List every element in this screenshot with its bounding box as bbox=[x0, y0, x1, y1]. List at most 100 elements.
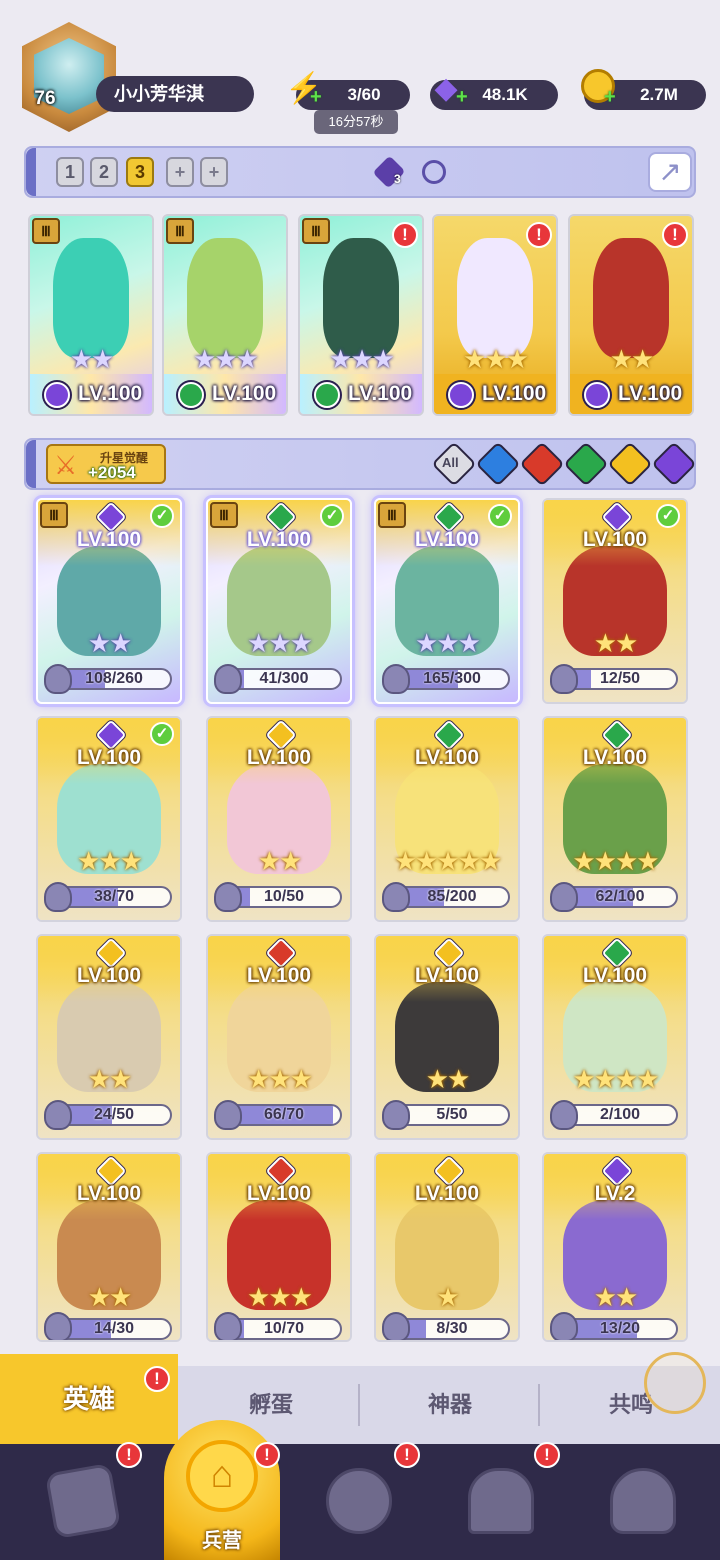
team-hero-card[interactable]: ★★★ LV.100 Ⅲ bbox=[162, 214, 288, 416]
shard-progress: 10/70 bbox=[226, 1318, 342, 1340]
team-selector-bar: 1 2 3 + + 3 ↗ bbox=[24, 146, 696, 198]
tab-heroes-label: 英雄 bbox=[62, 1384, 115, 1414]
hero-level: LV.100 bbox=[76, 528, 142, 551]
energy-value: 3/60 bbox=[347, 85, 381, 104]
hero-card[interactable]: LV.100 ★ 8/30 bbox=[374, 1152, 520, 1342]
shard-icon bbox=[44, 664, 72, 694]
search-icon[interactable] bbox=[422, 160, 446, 184]
hero-portrait bbox=[323, 238, 399, 358]
shard-progress: 2/100 bbox=[562, 1104, 678, 1126]
shard-progress: 41/300 bbox=[226, 668, 342, 690]
hero-level: LV.100 bbox=[246, 964, 312, 987]
hero-card[interactable]: LV.100 ★★ 5/50 bbox=[374, 934, 520, 1140]
rank-icon: Ⅲ bbox=[378, 502, 406, 528]
shard-progress: 108/260 bbox=[56, 668, 172, 690]
hero-alert-badge: ! bbox=[526, 222, 552, 248]
hero-card[interactable]: LV.100 ★★ 14/30 bbox=[36, 1152, 182, 1342]
in-team-check-icon: ✓ bbox=[656, 504, 680, 528]
rank-icon: Ⅲ bbox=[302, 218, 330, 244]
nature-element-icon[interactable] bbox=[563, 441, 609, 487]
rank-icon: Ⅲ bbox=[32, 218, 60, 244]
dark-element-icon[interactable] bbox=[651, 441, 697, 487]
barracks-subtabs: 英雄 ! 孵蛋 神器 共鸣 bbox=[0, 1354, 720, 1444]
hero-card[interactable]: LV.100 ★★ 108/260 Ⅲ ✓ bbox=[36, 498, 182, 704]
energy-add-icon[interactable]: + bbox=[310, 86, 322, 109]
team-add-button[interactable]: + bbox=[166, 157, 194, 187]
hero-level: LV.100 bbox=[78, 382, 143, 405]
hero-level: LV.100 bbox=[246, 528, 312, 551]
tab-artifacts-label: 神器 bbox=[427, 1392, 472, 1417]
hero-stars: ★★ bbox=[87, 628, 133, 658]
cards-icon bbox=[44, 1462, 122, 1540]
floating-menu-button[interactable] bbox=[644, 1352, 706, 1414]
shard-icon bbox=[44, 1312, 72, 1340]
player-level: 76 bbox=[34, 88, 56, 109]
nav-shop[interactable] bbox=[570, 1444, 714, 1560]
filter-all-label: All bbox=[442, 455, 459, 470]
team-slot-1[interactable]: 1 bbox=[56, 157, 84, 187]
sword-icon: ⚔ bbox=[54, 450, 78, 480]
hero-card[interactable]: LV.100 ★★★★ 62/100 bbox=[542, 716, 688, 922]
hero-filter-bar: ⚔ 升星觉醒 +2054 All bbox=[24, 438, 697, 490]
team-hero-card[interactable]: ★★★ LV.100 ! bbox=[432, 214, 558, 416]
hero-card[interactable]: LV.100 ★★★ 41/300 Ⅲ ✓ bbox=[206, 498, 352, 704]
team-add-button-2[interactable]: + bbox=[200, 157, 228, 187]
hero-card[interactable]: LV.2 ★★ 13/20 bbox=[542, 1152, 688, 1342]
shard-progress: 12/50 bbox=[562, 668, 678, 690]
top-bar: 76 小小芳华淇 3/60 ⚡ + 16分57秒 48.1K ◆ + 2.7M … bbox=[0, 0, 720, 140]
hero-card[interactable]: LV.100 ★★★ 38/70 ✓ bbox=[36, 716, 182, 922]
shard-icon bbox=[550, 1312, 578, 1340]
coins-add-icon[interactable]: + bbox=[604, 86, 616, 109]
hero-card[interactable]: LV.100 ★★★★ 2/100 bbox=[542, 934, 688, 1140]
hero-card[interactable]: LV.100 ★★★★★ 85/200 bbox=[374, 716, 520, 922]
hero-stars: ★★ bbox=[593, 1282, 639, 1312]
hero-card[interactable]: LV.100 ★★★ 165/300 Ⅲ ✓ bbox=[374, 498, 520, 704]
fire-element-icon[interactable] bbox=[519, 441, 565, 487]
team-hero-card[interactable]: ★★★ LV.100 Ⅲ! bbox=[298, 214, 424, 416]
hero-card[interactable]: LV.100 ★★ 10/50 bbox=[206, 716, 352, 922]
hero-card[interactable]: LV.100 ★★★ 66/70 bbox=[206, 934, 352, 1140]
hero-level: LV.100 bbox=[76, 746, 142, 769]
team-hero-card[interactable]: ★★ LV.100 ! bbox=[568, 214, 694, 416]
mushroom-icon bbox=[610, 1468, 676, 1534]
shard-count: 38/70 bbox=[93, 888, 135, 905]
awaken-value: +2054 bbox=[88, 463, 136, 482]
light-element-icon[interactable] bbox=[607, 441, 653, 487]
hero-level: LV.100 bbox=[76, 1182, 142, 1205]
shard-count: 66/70 bbox=[263, 1106, 305, 1123]
shard-count: 24/50 bbox=[93, 1106, 135, 1123]
in-team-check-icon: ✓ bbox=[150, 722, 174, 746]
shard-icon bbox=[214, 1100, 242, 1130]
hero-card[interactable]: LV.100 ★★★ 10/70 bbox=[206, 1152, 352, 1342]
shard-progress: 5/50 bbox=[394, 1104, 510, 1126]
tab-hatch-label: 孵蛋 bbox=[248, 1392, 293, 1417]
shard-count: 12/50 bbox=[599, 670, 641, 687]
hero-card[interactable]: LV.100 ★★ 24/50 bbox=[36, 934, 182, 1140]
shard-progress: 85/200 bbox=[394, 886, 510, 908]
gems-add-icon[interactable]: + bbox=[456, 86, 468, 109]
tab-artifacts[interactable]: 神器 bbox=[362, 1366, 538, 1444]
hero-level: LV.2 bbox=[594, 1182, 636, 1205]
shard-count: 13/20 bbox=[599, 1320, 641, 1337]
shard-count: 10/50 bbox=[263, 888, 305, 905]
in-team-check-icon: ✓ bbox=[320, 504, 344, 528]
awaken-button[interactable]: ⚔ 升星觉醒 +2054 bbox=[46, 444, 166, 484]
shard-icon bbox=[382, 1100, 410, 1130]
team-slot-3[interactable]: 3 bbox=[126, 157, 154, 187]
shard-icon bbox=[214, 664, 242, 694]
hero-stars: ★★ bbox=[257, 846, 303, 876]
hero-stars: ★★ bbox=[609, 344, 655, 374]
hero-level: LV.100 bbox=[348, 382, 413, 405]
hero-stars: ★★★★★ bbox=[393, 846, 503, 876]
hero-card[interactable]: LV.100 ★★ 12/50 ✓ bbox=[542, 498, 688, 704]
shard-icon bbox=[550, 1100, 578, 1130]
rank-icon: Ⅲ bbox=[210, 502, 238, 528]
water-element-icon[interactable] bbox=[475, 441, 521, 487]
rank-icon: Ⅲ bbox=[40, 502, 68, 528]
shard-icon bbox=[550, 882, 578, 912]
share-button[interactable]: ↗ bbox=[648, 152, 692, 192]
team-slot-2[interactable]: 2 bbox=[90, 157, 118, 187]
player-name[interactable]: 小小芳华淇 bbox=[96, 76, 254, 112]
hero-stars: ★★★ bbox=[329, 344, 395, 374]
team-hero-card[interactable]: ★★ LV.100 Ⅲ bbox=[28, 214, 154, 416]
